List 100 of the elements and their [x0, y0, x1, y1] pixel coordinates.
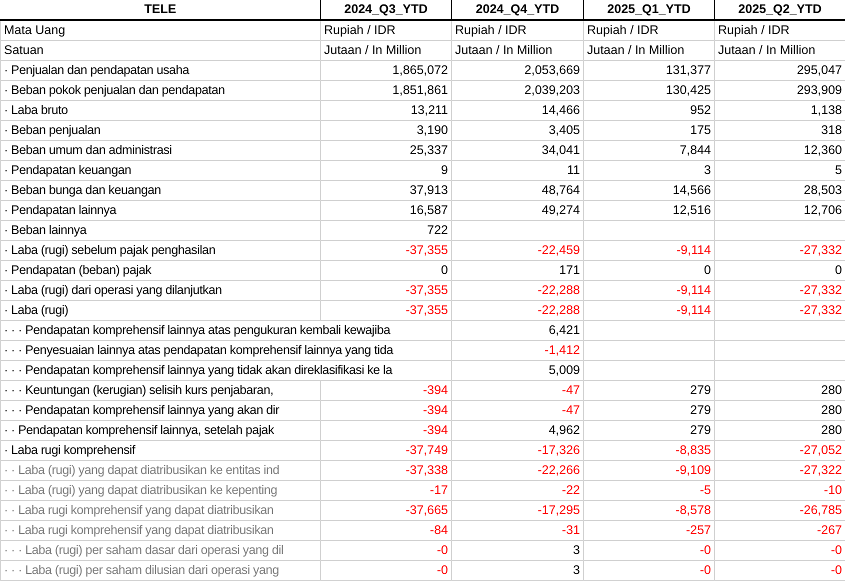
table-cell: -31: [452, 520, 584, 540]
table-cell: 2,039,203: [452, 80, 584, 100]
table-cell: 37,913: [320, 180, 452, 200]
table-cell: -0: [584, 560, 714, 580]
column-header: 2025_Q2_YTD: [714, 0, 845, 20]
row-label: · Beban umum dan administrasi: [0, 140, 320, 160]
row-label: · Beban bunga dan keuangan: [0, 180, 320, 200]
row-label: · Laba bruto: [0, 100, 320, 120]
table-cell: -257: [584, 520, 714, 540]
table-cell: -22,266: [452, 460, 584, 480]
table-cell: -17,295: [452, 500, 584, 520]
row-label: · Laba (rugi): [0, 300, 320, 320]
table-cell: 14,466: [452, 100, 584, 120]
table-cell: -17: [320, 480, 452, 500]
table-cell: 0: [584, 260, 714, 280]
row-label: · · Laba (rugi) yang dapat diatribusikan ke entitas ind: [0, 460, 320, 480]
table-cell: 6,421: [452, 320, 584, 340]
table-cell: 34,041: [452, 140, 584, 160]
table-cell: -37,355: [320, 280, 452, 300]
table-cell: -37,749: [320, 440, 452, 460]
table-cell: -394: [320, 400, 452, 420]
table-cell: 3,405: [452, 120, 584, 140]
table-cell: 16,587: [320, 200, 452, 220]
table-cell: -84: [320, 520, 452, 540]
table-cell: 3: [452, 540, 584, 560]
table-cell: -8,835: [584, 440, 714, 460]
table-cell: 130,425: [584, 80, 714, 100]
table-cell: 5,009: [452, 360, 584, 380]
table-cell: 25,337: [320, 140, 452, 160]
row-label: · · · Penyesuaian lainnya atas pendapatan komprehensif lainnya yang tida: [0, 340, 452, 360]
table-cell: 14,566: [584, 180, 714, 200]
table-cell: -5: [584, 480, 714, 500]
table-cell: 952: [584, 100, 714, 120]
row-label: · · · Laba (rugi) per saham dilusian dari operasi yang: [0, 560, 320, 580]
row-label: · · Laba rugi komprehensif yang dapat diatribusikan: [0, 520, 320, 540]
table-cell: -47: [452, 400, 584, 420]
row-label: Mata Uang: [0, 20, 320, 40]
row-label: · Penjualan dan pendapatan usaha: [0, 60, 320, 80]
table-cell: 279: [584, 400, 714, 420]
table-cell: -9,114: [584, 300, 714, 320]
table-cell: 13,211: [320, 100, 452, 120]
column-header: 2024_Q4_YTD: [452, 0, 584, 20]
row-label: · Pendapatan (beban) pajak: [0, 260, 320, 280]
table-cell: 175: [584, 120, 714, 140]
row-label: · · · Laba (rugi) per saham dasar dari operasi yang dil: [0, 540, 320, 560]
row-label: · · Laba (rugi) yang dapat diatribusikan ke kepenting: [0, 480, 320, 500]
table-cell: -0: [320, 540, 452, 560]
row-label: · Beban pokok penjualan dan pendapatan: [0, 80, 320, 100]
table-cell: -9,114: [584, 280, 714, 300]
table-cell: Rupiah / IDR: [584, 20, 714, 40]
table-cell: -17,326: [452, 440, 584, 460]
table-cell: -37,665: [320, 500, 452, 520]
table-cell: -0: [584, 540, 714, 560]
table-cell: -37,338: [320, 460, 452, 480]
table-cell: -9,114: [584, 240, 714, 260]
row-label: · Laba (rugi) sebelum pajak penghasilan: [0, 240, 320, 260]
row-label: · Pendapatan lainnya: [0, 200, 320, 220]
table-cell: Jutaan / In Million: [320, 40, 452, 60]
table-cell: -0: [320, 560, 452, 580]
column-header: TELE: [0, 0, 320, 20]
table-cell: Jutaan / In Million: [584, 40, 714, 60]
table-cell: 4,962: [452, 420, 584, 440]
table-cell: -394: [320, 420, 452, 440]
row-label: Satuan: [0, 40, 320, 60]
table-cell: 9: [320, 160, 452, 180]
row-label: · · · Pendapatan komprehensif lainnya atas pengukuran kembali kewajiba: [0, 320, 452, 340]
table-cell: 12,516: [584, 200, 714, 220]
table-cell: 722: [320, 220, 452, 240]
table-cell: 1,851,861: [320, 80, 452, 100]
table-cell: -8,578: [584, 500, 714, 520]
table-cell: -22,459: [452, 240, 584, 260]
row-label: · Laba (rugi) dari operasi yang dilanjutkan: [0, 280, 320, 300]
table-cell: 0: [320, 260, 452, 280]
table-cell: -22,288: [452, 300, 584, 320]
row-label: · Pendapatan keuangan: [0, 160, 320, 180]
table-cell: 3,190: [320, 120, 452, 140]
row-label: · · · Pendapatan komprehensif lainnya yang akan dir: [0, 400, 320, 420]
table-cell: 7,844: [584, 140, 714, 160]
row-label: · · · Keuntungan (kerugian) selisih kurs penjabaran,: [0, 380, 320, 400]
row-label: · · · Pendapatan komprehensif lainnya yang tidak akan direklasifikasi ke la: [0, 360, 452, 380]
table-cell: 2,053,669: [452, 60, 584, 80]
table-cell: 279: [584, 420, 714, 440]
table-cell: 131,377: [584, 60, 714, 80]
row-label: · · Pendapatan komprehensif lainnya, setelah pajak: [0, 420, 320, 440]
table-cell: Rupiah / IDR: [452, 20, 584, 40]
column-header: 2025_Q1_YTD: [584, 0, 714, 20]
table-cell: -37,355: [320, 300, 452, 320]
table-cell: 11: [452, 160, 584, 180]
table-cell: -394: [320, 380, 452, 400]
column-header: 2024_Q3_YTD: [320, 0, 452, 20]
table-cell: -22,288: [452, 280, 584, 300]
table-cell: 48,764: [452, 180, 584, 200]
row-label: · Beban penjualan: [0, 120, 320, 140]
table-cell: 171: [452, 260, 584, 280]
table-cell: Rupiah / IDR: [320, 20, 452, 40]
table-cell: -1,412: [452, 340, 584, 360]
table-cell: 1,865,072: [320, 60, 452, 80]
table-cell: -9,109: [584, 460, 714, 480]
row-label: · Beban lainnya: [0, 220, 320, 240]
table-cell: 279: [584, 380, 714, 400]
